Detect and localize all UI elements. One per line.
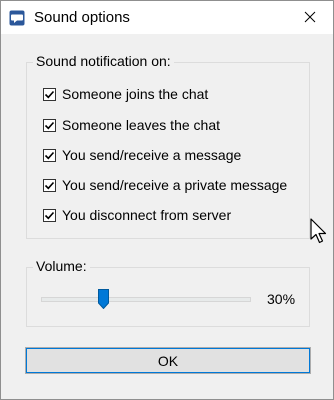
volume-value: 30% bbox=[267, 291, 296, 307]
checkmark-icon bbox=[44, 151, 55, 159]
notification-group-legend: Sound notification on: bbox=[33, 53, 174, 69]
close-icon bbox=[304, 10, 316, 26]
chat-bubble-icon bbox=[9, 10, 25, 26]
checkbox-label: You send/receive a private message bbox=[62, 177, 288, 193]
window-title: Sound options bbox=[34, 9, 130, 26]
checkbox-box[interactable] bbox=[43, 148, 56, 162]
volume-slider-track[interactable] bbox=[41, 297, 251, 302]
mouse-pointer-icon bbox=[310, 218, 328, 246]
checkmark-icon bbox=[44, 211, 55, 219]
checkbox-someone-leaves[interactable]: Someone leaves the chat bbox=[43, 115, 220, 135]
checkbox-box[interactable] bbox=[43, 87, 56, 101]
checkbox-box[interactable] bbox=[43, 208, 56, 222]
checkbox-box[interactable] bbox=[43, 118, 56, 132]
ok-button[interactable]: OK bbox=[25, 347, 311, 374]
checkbox-send-receive-message[interactable]: You send/receive a message bbox=[43, 145, 241, 165]
checkbox-label: Someone leaves the chat bbox=[62, 117, 220, 133]
checkmark-icon bbox=[44, 181, 55, 189]
checkbox-someone-joins[interactable]: Someone joins the chat bbox=[43, 84, 208, 104]
sound-options-dialog: Sound options Sound notification on: Som… bbox=[0, 0, 334, 400]
checkmark-icon bbox=[44, 121, 55, 129]
volume-slider-thumb[interactable] bbox=[98, 289, 109, 310]
checkbox-label: You send/receive a message bbox=[62, 147, 242, 163]
checkbox-disconnect-from-server[interactable]: You disconnect from server bbox=[43, 205, 231, 225]
volume-slider[interactable] bbox=[41, 289, 251, 310]
checkbox-label: Someone joins the chat bbox=[62, 86, 209, 102]
checkbox-send-receive-private-message[interactable]: You send/receive a private message bbox=[43, 175, 287, 195]
volume-group-legend: Volume: bbox=[33, 258, 90, 274]
title-bar[interactable]: Sound options bbox=[1, 1, 333, 34]
close-button[interactable] bbox=[287, 1, 333, 34]
checkbox-box[interactable] bbox=[43, 178, 56, 192]
checkbox-label: You disconnect from server bbox=[62, 207, 232, 223]
checkmark-icon bbox=[44, 90, 55, 98]
